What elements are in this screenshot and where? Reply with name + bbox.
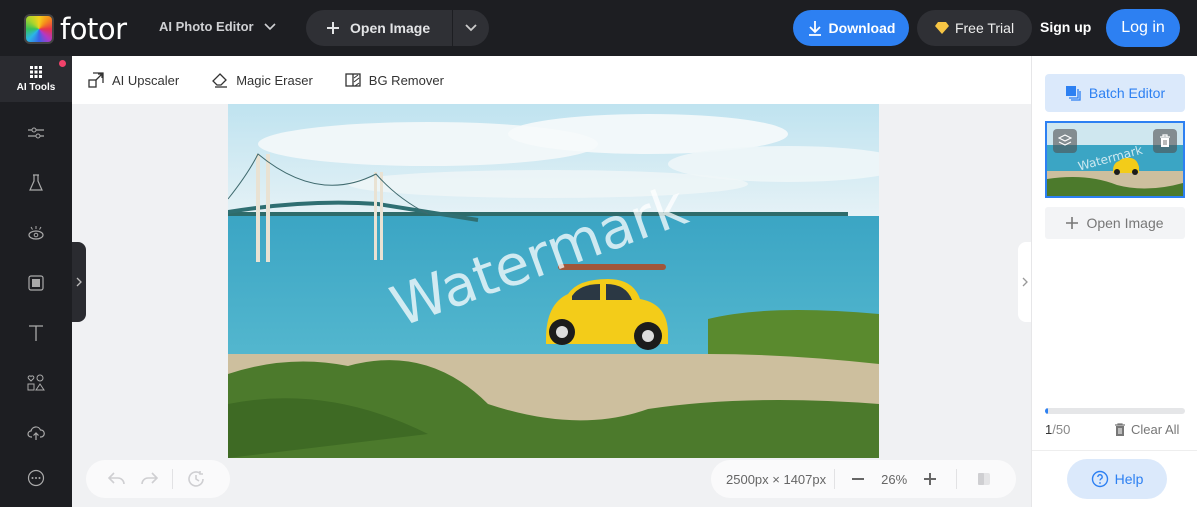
sidebar-item-adjust[interactable] [24, 121, 48, 145]
sidebar-item-more[interactable] [24, 466, 48, 490]
bg-remover-label: BG Remover [368, 72, 444, 88]
undo-icon[interactable] [108, 472, 126, 486]
collapse-right-panel-button[interactable] [1018, 242, 1032, 322]
compare-icon[interactable] [977, 472, 991, 486]
bg-remover-button[interactable]: BG Remover [345, 72, 444, 88]
batch-progress-bar [1045, 408, 1185, 414]
zoom-divider [956, 469, 958, 489]
fotor-logo-icon [24, 14, 54, 44]
upscale-icon [88, 72, 104, 88]
photo-scene: Watermark [228, 104, 879, 458]
magic-eraser-label: Magic Eraser [236, 72, 313, 88]
ai-tools-bar: AI Upscaler Magic Eraser BG Remover [72, 56, 1031, 104]
left-sidebar: AI Tools [0, 56, 72, 507]
sidebar-item-elements[interactable] [24, 371, 48, 395]
free-trial-button[interactable]: Free Trial [917, 10, 1032, 46]
sidebar-item-uploads[interactable] [24, 421, 48, 445]
free-trial-label: Free Trial [954, 20, 1015, 36]
log-in-button[interactable]: Log in [1106, 9, 1180, 47]
sidebar-item-text[interactable] [24, 321, 48, 345]
open-image-dropdown[interactable] [453, 24, 489, 32]
eye-icon [28, 226, 44, 240]
top-bar: fotor AI Photo Editor Open Image Downloa… [0, 0, 1197, 56]
batch-progress-fill [1045, 408, 1048, 414]
history-controls [86, 460, 230, 498]
sign-up-link[interactable]: Sign up [1040, 19, 1091, 35]
help-label: Help [1114, 471, 1144, 487]
magic-eraser-button[interactable]: Magic Eraser [211, 72, 313, 88]
layers-button[interactable] [1053, 129, 1077, 153]
more-icon [27, 469, 45, 487]
right-panel: Batch Editor Watermark Open Image 1/50 C… [1031, 56, 1197, 507]
grid-dots-icon [30, 66, 42, 78]
download-icon [808, 21, 821, 36]
bg-remove-icon [345, 73, 361, 87]
download-button[interactable]: Download [793, 10, 909, 46]
image-dimensions: 2500px × 1407px [726, 471, 827, 487]
canvas-image[interactable]: Watermark [228, 104, 879, 458]
help-button[interactable]: Help [1067, 459, 1167, 499]
plus-icon [327, 22, 339, 34]
clear-all-button[interactable]: Clear All [1114, 422, 1179, 437]
history-icon[interactable] [187, 470, 205, 488]
sliders-icon [28, 127, 44, 139]
collapse-left-panel-button[interactable] [72, 242, 86, 322]
batch-icon [1065, 86, 1081, 101]
open-image-button[interactable]: Open Image [306, 10, 453, 46]
fotor-logo[interactable]: fotor [24, 12, 127, 46]
panel-open-image-label: Open Image [1086, 215, 1164, 231]
zoom-level[interactable]: 26% [881, 472, 907, 487]
batch-editor-label: Batch Editor [1088, 85, 1166, 101]
editor-menu-label: AI Photo Editor [159, 19, 254, 34]
ai-tools-label: AI Tools [16, 82, 56, 93]
diamond-icon [934, 22, 949, 34]
cloud-upload-icon [27, 426, 45, 440]
zoom-out-icon[interactable] [851, 472, 865, 486]
ai-photo-editor-menu[interactable]: AI Photo Editor [159, 19, 276, 34]
delete-thumbnail-button[interactable] [1153, 129, 1177, 153]
trash-icon [1160, 134, 1170, 147]
image-thumbnail[interactable]: Watermark [1045, 121, 1185, 198]
ai-upscaler-button[interactable]: AI Upscaler [88, 72, 179, 88]
download-label: Download [828, 20, 896, 36]
logo-text: fotor [60, 12, 127, 46]
chevron-down-icon [264, 22, 276, 30]
sidebar-item-frames[interactable] [24, 271, 48, 295]
chevron-down-icon [465, 24, 477, 32]
batch-editor-button[interactable]: Batch Editor [1045, 74, 1185, 112]
sidebar-item-effects[interactable] [24, 171, 48, 195]
help-icon [1091, 470, 1108, 488]
plus-icon [1066, 217, 1079, 229]
notification-dot [59, 60, 66, 67]
chevron-right-icon [1022, 277, 1028, 287]
redo-icon[interactable] [140, 472, 158, 486]
shapes-icon [27, 374, 45, 391]
zoom-divider [834, 469, 836, 489]
open-image-group: Open Image [306, 10, 489, 46]
sidebar-item-beauty[interactable] [24, 221, 48, 245]
eraser-icon [212, 73, 228, 88]
history-divider [172, 469, 173, 489]
trash-icon [1115, 422, 1125, 436]
log-in-label: Log in [1121, 19, 1165, 36]
panel-divider [1032, 450, 1197, 451]
chevron-right-icon [76, 277, 82, 287]
zoom-in-icon[interactable] [923, 472, 937, 486]
zoom-controls: 2500px × 1407px 26% [711, 460, 1016, 498]
ai-upscaler-label: AI Upscaler [112, 72, 180, 88]
flask-icon [29, 174, 43, 191]
open-image-label: Open Image [350, 20, 431, 36]
clear-all-label: Clear All [1131, 422, 1180, 437]
panel-open-image-button[interactable]: Open Image [1045, 207, 1185, 239]
text-icon [29, 325, 43, 341]
image-count-total: /50 [1052, 422, 1071, 437]
layers-icon [1058, 134, 1072, 146]
frame-icon [28, 275, 44, 291]
image-count: 1/50 [1045, 422, 1070, 437]
